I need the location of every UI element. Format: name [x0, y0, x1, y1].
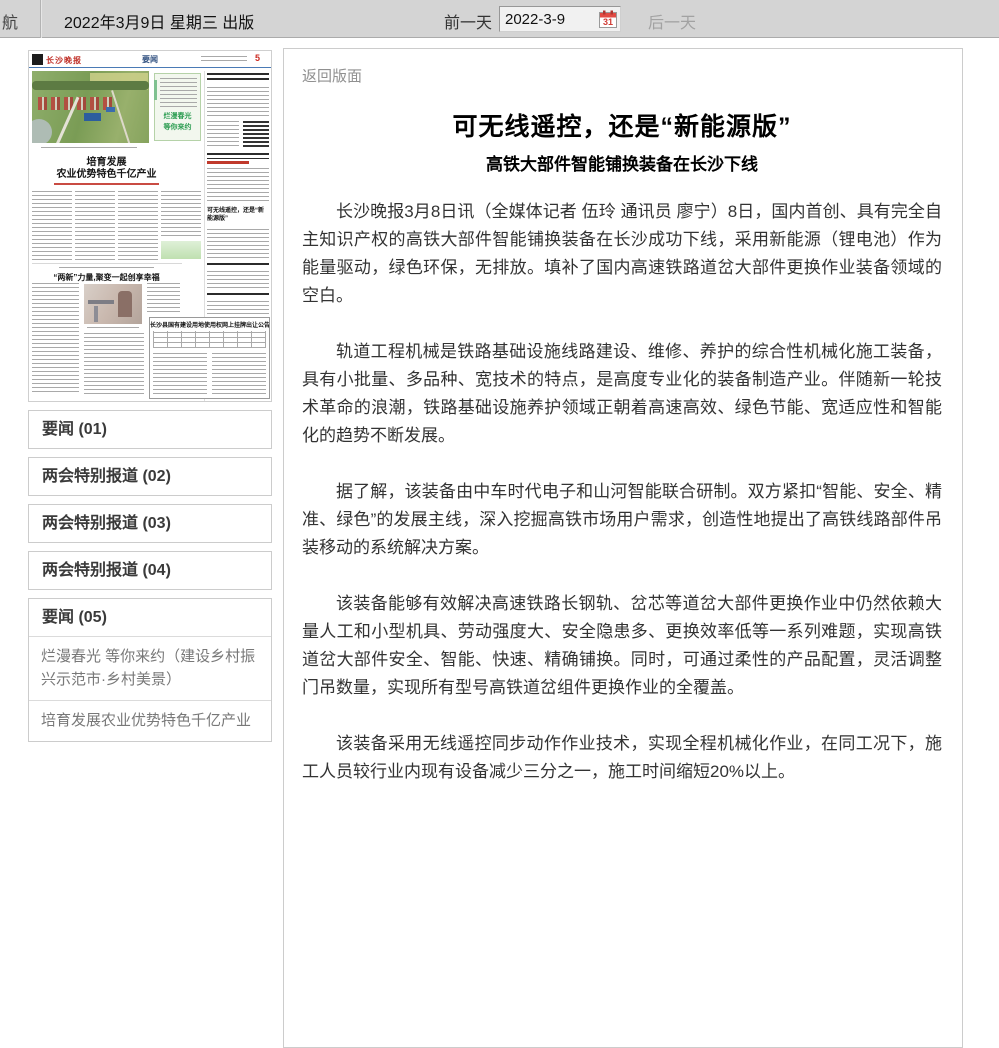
back-to-page-link[interactable]: 返回版面 — [302, 65, 362, 86]
article-body: 长沙晚报3月8日讯（全媒体记者 伍玲 通讯员 廖宁）8日，国内首创、具有完全自主… — [302, 198, 942, 786]
next-day-button[interactable]: 后一天 — [648, 9, 696, 33]
right-column-text-placeholder — [207, 229, 269, 259]
green-box-text-placeholder — [160, 78, 197, 108]
photo-blue-roof-2 — [106, 107, 115, 112]
green-headline-line1: 烂漫春光 — [155, 111, 200, 121]
page-section-02: 两会特别报道 (02) — [28, 457, 272, 496]
worker-photo — [84, 284, 142, 324]
article-link[interactable]: 培育发展农业优势特色千亿产业 — [29, 700, 271, 741]
qr-code — [243, 121, 269, 147]
right-column-headline-placeholder — [207, 263, 269, 267]
section-link-03[interactable]: 两会特别报道 (03) — [29, 505, 271, 542]
page-section-04: 两会特别报道 (04) — [28, 551, 272, 590]
section-link-02[interactable]: 两会特别报道 (02) — [29, 458, 271, 495]
right-column-text-placeholder — [207, 121, 239, 147]
sidebar: 长沙晚报 要闻 5 烂漫春光 等你来约 培育发展 农业优势特色千亿产业 — [28, 50, 272, 742]
green-box-tab — [154, 80, 157, 100]
text-column-placeholder — [84, 333, 144, 395]
thumb-kicker-placeholder — [59, 267, 154, 270]
right-column-text-placeholder — [207, 87, 269, 119]
article-paragraph: 长沙晚报3月8日讯（全媒体记者 伍玲 通讯员 廖宁）8日，国内首创、具有完全自主… — [302, 198, 942, 310]
right-column-text-placeholder — [207, 301, 269, 314]
thumb-section-rule — [32, 263, 182, 264]
photo-machine-part — [88, 300, 114, 304]
photo-road-2 — [111, 90, 131, 143]
right-column-headline-placeholder — [207, 153, 269, 159]
photo-machine-part-2 — [94, 306, 98, 322]
photo-trees — [32, 81, 149, 90]
page-section-01: 要闻 (01) — [28, 410, 272, 449]
thumb-headline2: “两新”力量,聚变一起创享幸福 — [32, 272, 181, 283]
photo2-caption-placeholder — [87, 327, 139, 330]
section-link-04[interactable]: 两会特别报道 (04) — [29, 552, 271, 589]
thumb-red-subheadline — [54, 183, 159, 185]
article-paragraph: 轨道工程机械是铁路基础设施线路建设、维修、养护的综合性机械化施工装备，具有小批量… — [302, 338, 942, 450]
right-column-red-text — [207, 161, 249, 164]
date-input-value: 2022-3-9 — [505, 11, 565, 28]
calendar-icon[interactable]: 31 — [599, 10, 617, 28]
thumbnail-header-meta-placeholder — [201, 56, 247, 62]
thumbnail-header-rule — [29, 67, 271, 68]
thumbnail-page-number: 5 — [255, 53, 260, 63]
land-notice-box: 长沙县国有建设用地使用权网上挂牌出让公告 — [149, 317, 270, 399]
right-column-text-placeholder — [207, 271, 269, 289]
newspaper-page-thumbnail[interactable]: 长沙晚报 要闻 5 烂漫春光 等你来约 培育发展 农业优势特色千亿产业 — [28, 50, 272, 402]
land-notice-table — [153, 331, 266, 348]
spring-feature-box: 烂漫春光 等你来约 — [154, 73, 201, 141]
right-column-headline-placeholder — [207, 73, 269, 82]
previous-day-button[interactable]: 前一天 — [444, 9, 492, 33]
nav-tab-clipped[interactable]: 航 — [2, 9, 18, 33]
right-column-headline-placeholder — [207, 293, 269, 297]
article-subtitle: 高铁大部件智能铺换装备在长沙下线 — [302, 150, 942, 175]
date-input[interactable]: 2022-3-9 31 — [499, 6, 621, 32]
photo-caption-placeholder — [41, 147, 137, 150]
article-paragraph: 据了解，该装备由中车时代电子和山河智能联合研制。双方紧扣“智能、安全、精准、绿色… — [302, 478, 942, 562]
article-panel: 返回版面 可无线遥控，还是“新能源版” 高铁大部件智能铺换装备在长沙下线 长沙晚… — [283, 48, 963, 1048]
photo-blue-roof — [84, 113, 101, 121]
text-column-placeholder — [32, 283, 79, 395]
text-column-placeholder — [147, 283, 180, 313]
text-column-placeholder — [75, 191, 115, 261]
green-headline-line2: 等你来约 — [155, 122, 200, 132]
right-column-text-placeholder — [207, 168, 269, 204]
land-notice-text-placeholder — [212, 353, 266, 396]
text-column-placeholder — [118, 191, 158, 261]
section-link-05[interactable]: 要闻 (05) — [29, 599, 271, 636]
article-title: 可无线遥控，还是“新能源版” — [302, 107, 942, 143]
article-paragraph: 该装备能够有效解决高速铁路长钢轨、岔芯等道岔大部件更换作业中仍然依赖大量人工和小… — [302, 590, 942, 702]
topbar-divider — [40, 0, 41, 38]
text-column-placeholder — [32, 191, 72, 261]
section-link-01[interactable]: 要闻 (01) — [29, 411, 271, 448]
text-column-placeholder — [161, 191, 201, 239]
article-link[interactable]: 烂漫春光 等你来约（建设乡村振兴示范市·乡村美景） — [29, 636, 271, 700]
land-notice-text-placeholder — [153, 353, 207, 396]
article-paragraph: 该装备采用无线遥控同步动作作业技术，实现全程机械化作业，在同工况下，施工人员较行… — [302, 730, 942, 786]
page-section-03: 两会特别报道 (03) — [28, 504, 272, 543]
publication-date-label: 2022年3月9日 星期三 出版 — [64, 9, 254, 33]
photo-pond — [32, 119, 52, 143]
calendar-day-number: 31 — [603, 17, 613, 27]
thumb-headline1-line2: 农业优势特色千亿产业 — [32, 165, 181, 180]
photo-person — [118, 291, 132, 317]
date-navigation-bar: 航 2022年3月9日 星期三 出版 前一天 2022-3-9 31 后一天 — [0, 0, 999, 38]
right-column-current-article-headline: 可无线遥控，还是“新能源版” — [207, 207, 269, 223]
land-notice-title: 长沙县国有建设用地使用权网上挂牌出让公告 — [150, 320, 269, 329]
page-section-05: 要闻 (05) 烂漫春光 等你来约（建设乡村振兴示范市·乡村美景） 培育发展农业… — [28, 598, 272, 742]
aerial-village-photo — [32, 71, 149, 143]
green-seal-graphic — [161, 241, 201, 259]
